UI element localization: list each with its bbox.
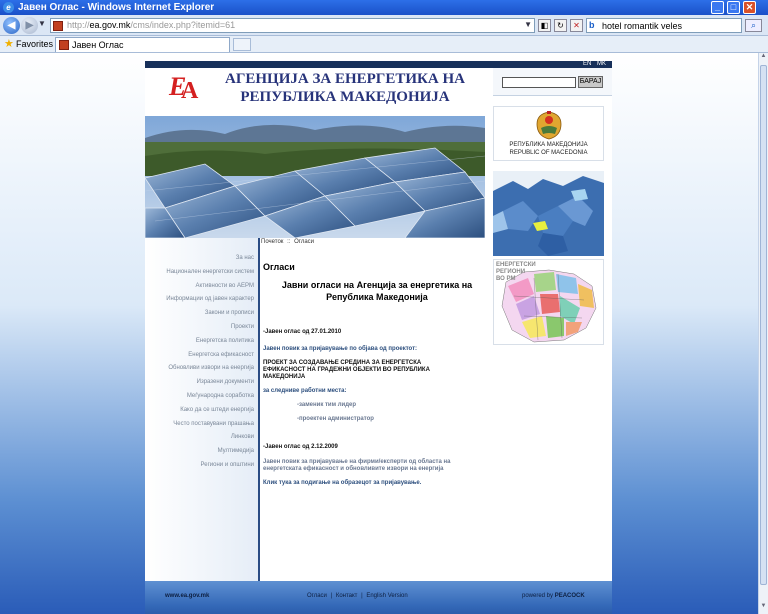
refresh-icon[interactable]: ↻ [554, 19, 567, 32]
nav-item[interactable]: Изразени документи [166, 376, 254, 390]
nav-item[interactable]: За нас [166, 252, 254, 266]
site-search-button[interactable]: БАРАЈ [578, 76, 603, 88]
nav-item[interactable]: Региони и општини [166, 459, 254, 473]
lang-en-link[interactable]: EN [583, 61, 591, 67]
footer-link-contact[interactable]: Контакт [336, 593, 358, 599]
nav-item[interactable]: Активности во АЕРМ [166, 280, 254, 294]
ad1-date: -Јавен оглас од 27.01.2010 [263, 329, 342, 335]
ad1-call[interactable]: Јавен повик за пријавување по објава од … [263, 346, 417, 353]
browser-search-input[interactable] [602, 19, 738, 32]
footer-link-english[interactable]: English Version [366, 593, 407, 599]
vertical-scrollbar[interactable]: ▲ ▼ [758, 53, 768, 614]
window-titlebar: e Јавен Оглас - Windows Internet Explore… [0, 0, 768, 15]
ad1-position-1-link[interactable]: -заменик тим лидер [297, 402, 356, 409]
search-field[interactable]: b [586, 18, 742, 33]
agency-logo[interactable]: ЕА [167, 72, 199, 106]
macedonia-regions-map[interactable]: ЕНЕРГЕТСКИ РЕГИОНИ ВО РМ [493, 259, 604, 345]
favorites-bar: ★ Favorites Јавен Оглас [0, 36, 768, 53]
browser-tab[interactable]: Јавен Оглас [55, 37, 230, 52]
lang-mk-link[interactable]: MK [597, 61, 606, 67]
ie-logo-icon: e [3, 2, 14, 13]
page-title: Огласи [263, 262, 295, 272]
nav-item[interactable]: Меѓународна соработка [166, 390, 254, 404]
window-title: Јавен Оглас - Windows Internet Explorer [18, 2, 215, 13]
europe-map[interactable] [493, 171, 604, 256]
left-navigation: За нас Национален енергетски систем Активн… [145, 238, 260, 581]
scroll-thumb[interactable] [760, 65, 767, 585]
ad2-text: Јавен повик за пријавување на фирми/експ… [263, 459, 451, 472]
top-strip: EN MK [145, 61, 612, 68]
site-container: EN MK ЕА АГЕНЦИЈА ЗА ЕНЕРГЕТИКА НА РЕПУБ… [145, 61, 612, 614]
nav-item[interactable]: Како да се штеди енергија [166, 404, 254, 418]
url-input[interactable]: http://ea.gov.mk/cms/index.php?itemid=61… [50, 18, 535, 33]
back-button[interactable]: ◀ [3, 17, 20, 34]
footer-link-ads[interactable]: Огласи [307, 593, 327, 599]
url-text: http://ea.gov.mk/cms/index.php?itemid=61 [67, 20, 236, 30]
footer-links: Огласи | Контакт | English Version [307, 593, 408, 599]
coat-caption-mk: РЕПУБЛИКА МАКЕДОНИЈА [509, 142, 588, 148]
search-go-icon[interactable]: ⌕ [745, 19, 762, 32]
coat-caption-en: REPUBLIC OF MACEDONIA [509, 150, 588, 156]
nav-list: За нас Национален енергетски систем Активн… [166, 252, 254, 473]
nav-item[interactable]: Проекти [166, 321, 254, 335]
url-dropdown-icon[interactable]: ▼ [524, 20, 532, 29]
nav-item[interactable]: Закони и прописи [166, 307, 254, 321]
favorites-star-icon[interactable]: ★ [4, 39, 14, 50]
nav-item[interactable]: Често поставувани прашања [166, 418, 254, 432]
ad1-project: ПРОЕКТ ЗА СОЗДАВАЊЕ СРЕДИНА ЗА ЕНЕРГЕТСК… [263, 360, 430, 380]
breadcrumb-home-link[interactable]: Почеток [261, 239, 283, 245]
coat-of-arms-icon [536, 111, 562, 140]
news-title: Јавни огласи на Агенција за енергетика н… [281, 280, 473, 302]
nav-item[interactable]: Мултимедија [166, 445, 254, 459]
language-switch: EN MK [579, 61, 606, 68]
site-header: ЕА АГЕНЦИЈА ЗА ЕНЕРГЕТИКА НА РЕПУБЛИКА М… [145, 68, 485, 116]
bing-icon: b [589, 20, 595, 30]
maximize-button[interactable]: □ [727, 1, 740, 14]
ad1-position-2-link[interactable]: -проектен администратор [297, 416, 374, 423]
nav-item[interactable]: Обновливи извори на енергија [166, 362, 254, 376]
powered-by[interactable]: powered by PEACOCK [522, 593, 585, 599]
site-footer: www.ea.gov.mk Огласи | Контакт | English… [145, 581, 612, 614]
address-bar: ◀ ▶ ▼ http://ea.gov.mk/cms/index.php?ite… [0, 15, 768, 36]
nav-item[interactable]: Национален енергетски систем [166, 266, 254, 280]
ad2-date: -Јавен оглас од 2.12.2009 [263, 444, 338, 450]
nav-item[interactable]: Информации од јавен карактер [166, 293, 254, 307]
new-tab-button[interactable] [233, 38, 251, 51]
solar-panels-banner [145, 116, 485, 238]
tab-favicon-icon [59, 40, 69, 50]
footer-domain[interactable]: www.ea.gov.mk [165, 593, 209, 599]
nav-item[interactable]: Енергетска ефикасност [166, 349, 254, 363]
republic-coat-of-arms[interactable]: РЕПУБЛИКА МАКЕДОНИЈА REPUBLIC OF MACEDON… [493, 106, 604, 161]
ad2-download-link[interactable]: Клик тука за подигање на образецот за пр… [263, 480, 468, 487]
page-viewport: EN MK ЕА АГЕНЦИЈА ЗА ЕНЕРГЕТИКА НА РЕПУБ… [0, 53, 758, 614]
breadcrumb: Почеток :: Огласи [261, 239, 314, 245]
minimize-button[interactable]: _ [711, 1, 724, 14]
ad1-positions-label: за следниве работни места: [263, 388, 347, 394]
main-content: Почеток :: Огласи Огласи Јавни огласи на… [261, 238, 493, 581]
agency-title: АГЕНЦИЈА ЗА ЕНЕРГЕТИКА НА РЕПУБЛИКА МАКЕ… [225, 71, 465, 105]
scroll-down-icon[interactable]: ▼ [759, 603, 768, 613]
stop-icon[interactable]: ✕ [570, 19, 583, 32]
site-search-input[interactable] [502, 77, 576, 88]
history-dropdown-icon[interactable]: ▼ [38, 19, 46, 28]
regions-map-caption: ЕНЕРГЕТСКИ РЕГИОНИ ВО РМ [496, 262, 536, 282]
breadcrumb-separator: :: [287, 239, 291, 245]
breadcrumb-current: Огласи [294, 239, 315, 245]
close-window-button[interactable]: ✕ [743, 1, 756, 14]
favorites-button[interactable]: Favorites [16, 39, 53, 49]
site-search-panel: БАРАЈ [493, 68, 612, 96]
site-favicon-icon [53, 21, 63, 31]
nav-item[interactable]: Енергетска политика [166, 335, 254, 349]
nav-item[interactable]: Линкови [166, 431, 254, 445]
compatibility-icon[interactable]: ◧ [538, 19, 551, 32]
tab-title: Јавен Оглас [72, 40, 124, 50]
forward-button[interactable]: ▶ [21, 17, 38, 34]
scroll-up-icon[interactable]: ▲ [759, 53, 768, 63]
